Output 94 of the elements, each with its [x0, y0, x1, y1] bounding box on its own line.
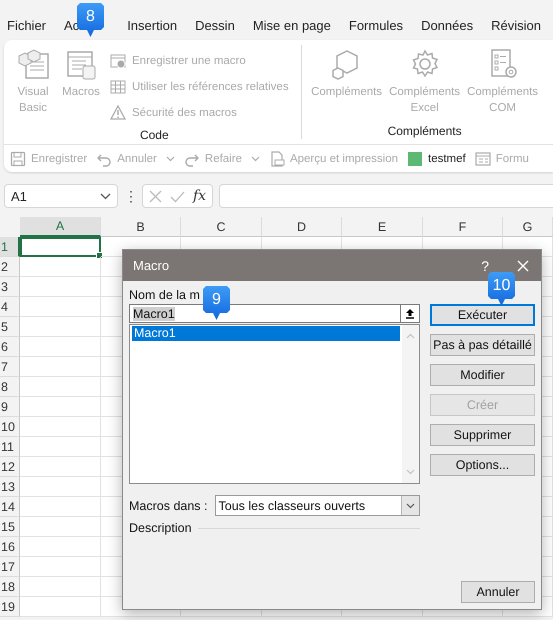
row-header[interactable]: 1 — [0, 237, 20, 257]
field-label: Macros dans : — [129, 498, 208, 512]
dialog-button[interactable]: Supprimer — [430, 424, 535, 446]
row-header[interactable]: 11 — [0, 437, 20, 457]
chevron-down-icon — [406, 502, 415, 508]
dialog-button[interactable]: Options... — [430, 454, 535, 476]
list-item[interactable]: Macro1 — [132, 326, 400, 341]
grid-cell[interactable] — [20, 437, 101, 457]
row-header[interactable]: 15 — [0, 517, 20, 537]
menu-tab[interactable]: Formules — [348, 18, 404, 40]
arrow-up-icon — [405, 308, 415, 319]
row-header[interactable]: 16 — [0, 537, 20, 557]
grid-icon — [110, 79, 126, 95]
macro-name-field[interactable]: Macro1 — [129, 304, 400, 323]
chevron-down-icon — [100, 192, 111, 200]
grid-cell[interactable] — [20, 337, 101, 357]
grid-cell[interactable] — [20, 277, 101, 297]
menu-tab[interactable]: Mise en page — [252, 18, 331, 40]
column-header[interactable]: G — [503, 217, 553, 237]
help-button[interactable]: ? — [481, 258, 489, 274]
group-label: Compléments — [386, 123, 463, 140]
macro-list[interactable]: Macro1 — [129, 324, 420, 484]
grid-cell[interactable] — [20, 557, 101, 577]
row-header[interactable]: 6 — [0, 337, 20, 357]
group-label: Code — [138, 127, 170, 144]
row-header[interactable]: 18 — [0, 577, 20, 597]
row-header[interactable]: 2 — [0, 257, 20, 277]
row-header[interactable]: 17 — [0, 557, 20, 577]
callout-badge: 8 — [77, 3, 104, 37]
menu-tab[interactable]: Insertion — [127, 18, 178, 40]
workbook-dropdown[interactable]: Tous les classeurs ouverts — [214, 495, 420, 516]
column-header[interactable]: B — [101, 217, 181, 237]
row-header[interactable]: 19 — [0, 597, 20, 617]
close-icon[interactable] — [517, 260, 529, 272]
grid-cell[interactable] — [20, 497, 101, 517]
cubes-document-icon — [17, 48, 49, 80]
cancel-button[interactable]: Annuler — [461, 581, 535, 603]
row-header[interactable]: 4 — [0, 297, 20, 317]
dialog-title: Macro — [133, 258, 170, 273]
collapse-button[interactable] — [400, 304, 420, 323]
more-options-button[interactable]: ⋮ — [124, 188, 136, 204]
column-header[interactable]: D — [262, 217, 342, 237]
grid-cell[interactable] — [20, 397, 101, 417]
close-icon — [149, 190, 162, 202]
square-icon — [407, 150, 423, 166]
grid-cell[interactable] — [20, 537, 101, 557]
row-header[interactable]: 5 — [0, 317, 20, 337]
section-label: Description — [129, 521, 192, 535]
dialog-button[interactable]: Pas à pas détaillé — [430, 334, 535, 356]
grid-cell[interactable] — [20, 577, 101, 597]
row-header[interactable]: 10 — [0, 417, 20, 437]
row-header[interactable]: 7 — [0, 357, 20, 377]
column-header[interactable]: A — [20, 217, 101, 237]
insert-function-button[interactable]: fx — [193, 188, 206, 204]
grid-cell[interactable] — [20, 297, 101, 317]
form-icon — [474, 150, 491, 166]
formula-input[interactable] — [219, 184, 553, 208]
dialog-button[interactable]: Exécuter — [430, 304, 535, 326]
row-header[interactable]: 8 — [0, 377, 20, 397]
grid-cell[interactable] — [20, 317, 101, 337]
select-all-button[interactable] — [0, 217, 20, 237]
name-box[interactable]: A1 — [4, 184, 118, 208]
row-header[interactable]: 14 — [0, 497, 20, 517]
warning-icon — [110, 105, 126, 121]
chevron-down-icon — [406, 469, 415, 475]
grid-cell[interactable] — [20, 597, 101, 617]
row-header[interactable]: 13 — [0, 477, 20, 497]
dialog-button[interactable]: Modifier — [430, 364, 535, 386]
row-header[interactable]: 12 — [0, 457, 20, 477]
chevron-down-icon — [166, 156, 175, 162]
menu-tab[interactable]: Fichier — [7, 18, 46, 40]
menu-tab[interactable]: Révision — [491, 18, 541, 40]
grid-cell[interactable] — [20, 377, 101, 397]
row-header[interactable]: 3 — [0, 277, 20, 297]
field-label: Nom de la m — [129, 288, 200, 304]
grid-cell[interactable] — [20, 357, 101, 377]
grid-cell[interactable] — [20, 517, 101, 537]
chevron-up-icon — [406, 333, 415, 339]
grid-cell[interactable] — [20, 477, 101, 497]
chevron-down-icon — [250, 156, 260, 162]
grid-cell[interactable] — [20, 257, 101, 277]
grid-cell[interactable] — [20, 417, 101, 437]
column-header[interactable]: F — [423, 217, 503, 237]
print-preview-icon — [268, 150, 285, 166]
checkmark-icon — [170, 190, 185, 202]
column-header[interactable]: C — [181, 217, 262, 237]
grid-cell[interactable] — [20, 457, 101, 477]
record-icon — [110, 53, 126, 69]
row-header[interactable]: 9 — [0, 397, 20, 417]
selected-cell[interactable] — [20, 237, 101, 257]
column-header[interactable]: E — [342, 217, 423, 237]
menu-tab[interactable]: Dessin — [195, 18, 235, 40]
toolbar-button[interactable]: testmef — [407, 150, 466, 166]
menu-tab[interactable]: Données — [421, 18, 474, 40]
